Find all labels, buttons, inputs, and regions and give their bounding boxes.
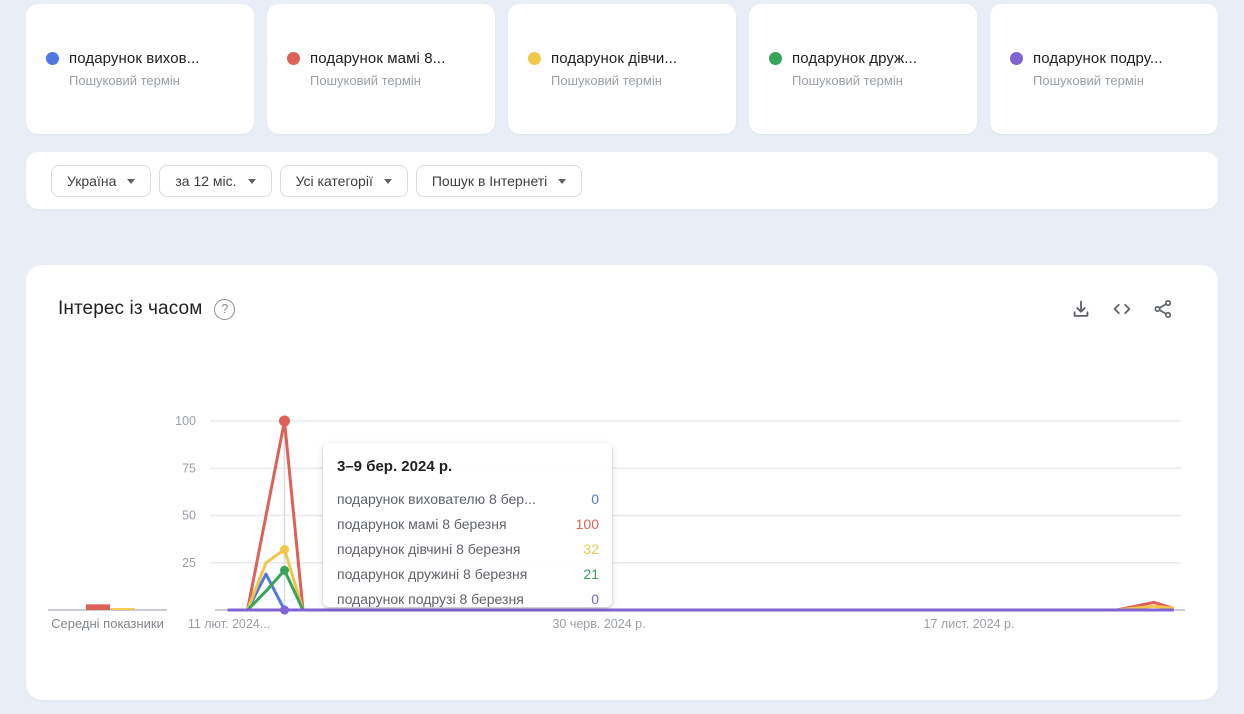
filter-dropdown-0[interactable]: Україна xyxy=(51,165,151,197)
tooltip-row: подарунок дівчині 8 березня 32 xyxy=(337,536,599,561)
x-tick-label: 30 черв. 2024 р. xyxy=(552,617,645,631)
help-icon[interactable]: ? xyxy=(214,299,235,320)
term-label: подарунок вихов... xyxy=(69,50,200,67)
term-type-label: Пошуковий термін xyxy=(769,73,961,88)
filter-dropdown-1[interactable]: за 12 міс. xyxy=(159,165,271,197)
x-tick-label: 11 лют. 2024... xyxy=(188,617,270,631)
series-color-dot xyxy=(1010,52,1023,65)
tooltip-rows: подарунок вихователю 8 бер...0подарунок … xyxy=(337,486,599,611)
series-color-dot xyxy=(528,52,541,65)
average-axis-label: Середні показники xyxy=(51,616,164,631)
download-button[interactable] xyxy=(1070,297,1094,321)
interest-over-time-panel: Інтерес із часом ? 25 50 75 100 11 лют. 2024… xyxy=(26,265,1218,700)
y-tick-label: 50 xyxy=(182,509,196,523)
y-tick-label: 25 xyxy=(182,556,196,570)
tooltip-term-value: 0 xyxy=(591,491,599,507)
panel-title: Інтерес із часом xyxy=(58,298,202,320)
term-label: подарунок мамі 8... xyxy=(310,50,445,67)
term-type-label: Пошуковий термін xyxy=(1010,73,1202,88)
term-card[interactable]: подарунок друж... Пошуковий термін xyxy=(749,4,977,134)
caret-down-icon xyxy=(384,179,392,184)
filter-dropdown-label: Пошук в Інтернеті xyxy=(432,173,547,189)
share-icon xyxy=(1152,298,1174,320)
series-color-dot xyxy=(46,52,59,65)
tooltip-term-label: подарунок мамі 8 березня xyxy=(337,516,507,532)
term-label: подарунок подру... xyxy=(1033,50,1163,67)
average-bar xyxy=(111,608,135,610)
term-type-label: Пошуковий термін xyxy=(528,73,720,88)
tooltip-term-value: 100 xyxy=(576,516,599,532)
interest-over-time-chart[interactable]: 25 50 75 100 11 лют. 2024... 30 черв. 2024 р.… xyxy=(26,265,1218,700)
share-button[interactable] xyxy=(1152,297,1176,321)
x-tick-label: 17 лист. 2024 р. xyxy=(924,617,1015,631)
y-tick-label: 100 xyxy=(175,414,196,428)
term-card[interactable]: подарунок мамі 8... Пошуковий термін xyxy=(267,4,495,134)
term-card[interactable]: подарунок дівчи... Пошуковий термін xyxy=(508,4,736,134)
hover-dot xyxy=(280,545,289,554)
filter-dropdown-label: Україна xyxy=(67,173,116,189)
tooltip-row: подарунок мамі 8 березня 100 xyxy=(337,511,599,536)
hover-dot xyxy=(280,606,289,615)
tooltip-term-label: подарунок подрузі 8 березня xyxy=(337,591,524,607)
tooltip-term-label: подарунок дружині 8 березня xyxy=(337,566,527,582)
average-bar xyxy=(86,604,110,610)
caret-down-icon xyxy=(558,179,566,184)
term-cards-row: подарунок вихов...Пошуковий термінподару… xyxy=(26,4,1218,134)
series-color-dot xyxy=(287,52,300,65)
tooltip-term-value: 0 xyxy=(591,591,599,607)
hover-dot xyxy=(280,566,289,575)
google-trends-page: { "page": { "background": "#e9edf6" }, "… xyxy=(0,0,1244,714)
chart-tooltip: 3–9 бер. 2024 р. подарунок вихователю 8 … xyxy=(323,443,612,607)
tooltip-date-label: 3–9 бер. 2024 р. xyxy=(337,458,599,475)
term-type-label: Пошуковий термін xyxy=(46,73,238,88)
filter-dropdown-3[interactable]: Пошук в Інтернеті xyxy=(416,165,582,197)
hover-dot xyxy=(279,416,290,427)
tooltip-row: подарунок подрузі 8 березня 0 xyxy=(337,586,599,611)
filter-bar: Україна за 12 міс. Усі категорії Пошук в Ін… xyxy=(26,152,1218,209)
term-type-label: Пошуковий термін xyxy=(287,73,479,88)
term-label: подарунок дівчи... xyxy=(551,50,677,67)
term-card[interactable]: подарунок подру... Пошуковий термін xyxy=(990,4,1218,134)
tooltip-term-label: подарунок дівчині 8 березня xyxy=(337,541,520,557)
tooltip-term-label: подарунок вихователю 8 бер... xyxy=(337,491,536,507)
y-tick-label: 75 xyxy=(182,461,196,475)
filter-dropdown-label: Усі категорії xyxy=(296,173,373,189)
embed-icon xyxy=(1111,298,1133,320)
term-card[interactable]: подарунок вихов... Пошуковий термін xyxy=(26,4,254,134)
download-icon xyxy=(1070,298,1092,320)
embed-button[interactable] xyxy=(1111,297,1135,321)
caret-down-icon xyxy=(127,179,135,184)
filter-dropdown-label: за 12 міс. xyxy=(175,173,236,189)
series-color-dot xyxy=(769,52,782,65)
tooltip-row: подарунок вихователю 8 бер... 0 xyxy=(337,486,599,511)
caret-down-icon xyxy=(248,179,256,184)
tooltip-term-value: 21 xyxy=(583,566,599,582)
tooltip-row: подарунок дружині 8 березня 21 xyxy=(337,561,599,586)
term-label: подарунок друж... xyxy=(792,50,917,67)
filter-dropdown-2[interactable]: Усі категорії xyxy=(280,165,408,197)
tooltip-term-value: 32 xyxy=(583,541,599,557)
